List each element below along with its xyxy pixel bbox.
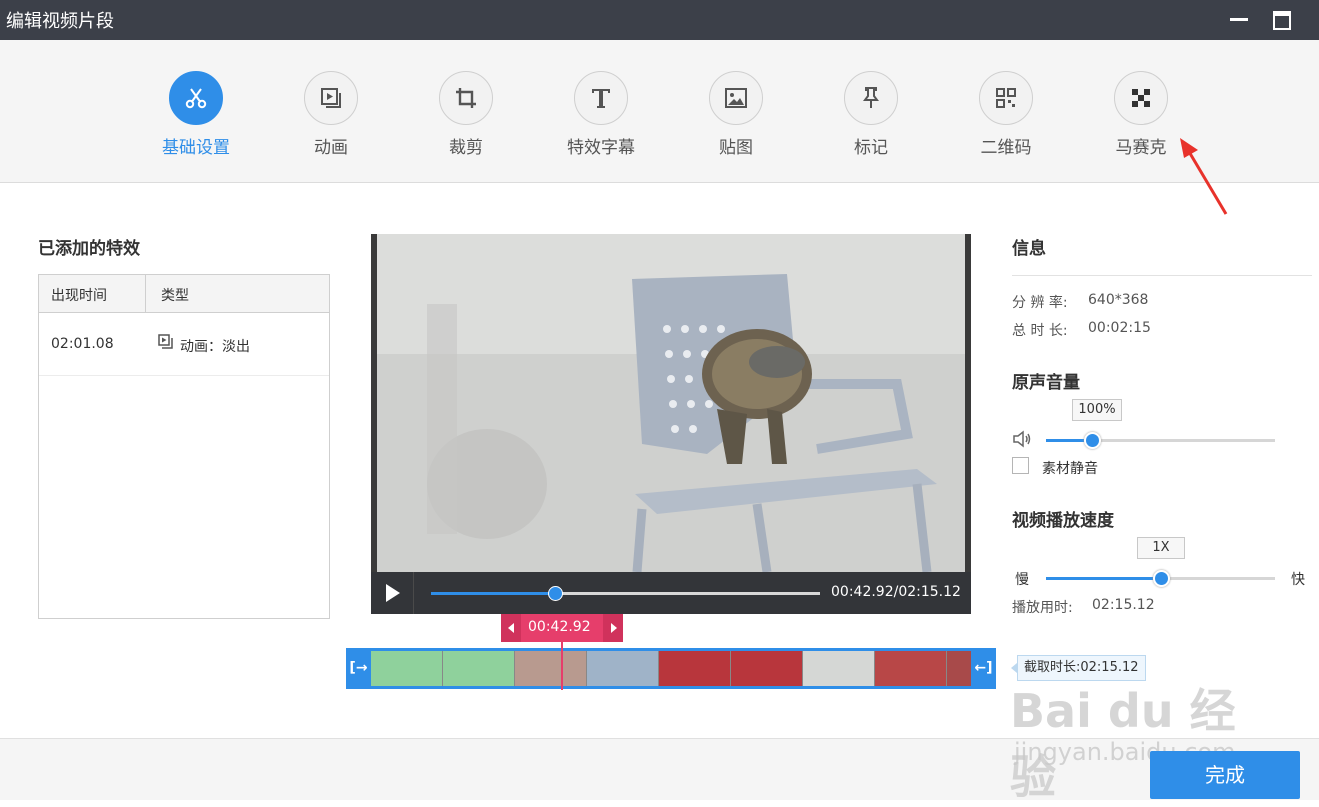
thumbnail bbox=[587, 651, 659, 686]
tab-text-effects[interactable]: 特效字幕 bbox=[553, 71, 653, 161]
tab-label: 马赛克 bbox=[1115, 138, 1167, 158]
current-time-label: 00:42.92 bbox=[528, 619, 591, 635]
step-back-button[interactable] bbox=[501, 614, 521, 642]
speed-handle[interactable] bbox=[1152, 570, 1170, 587]
current-time-marker[interactable]: 00:42.92 bbox=[501, 614, 623, 642]
tab-basic-settings[interactable]: 基础设置 bbox=[148, 71, 248, 161]
thumbnail bbox=[443, 651, 515, 686]
play-button[interactable] bbox=[371, 572, 414, 614]
speed-fast-label: 快 bbox=[1291, 572, 1305, 588]
speed-title: 视频播放速度 bbox=[1012, 511, 1114, 531]
tab-label: 裁剪 bbox=[449, 138, 483, 158]
tab-marker[interactable]: 标记 bbox=[823, 71, 923, 161]
mosaic-icon bbox=[1132, 89, 1150, 107]
maximize-button[interactable] bbox=[1268, 6, 1296, 32]
effect-type: 动画：淡出 bbox=[180, 339, 250, 355]
progress-handle[interactable] bbox=[548, 586, 564, 601]
column-header-time: 出现时间 bbox=[51, 288, 107, 304]
resolution-value: 640*368 bbox=[1088, 292, 1149, 308]
column-header-type: 类型 bbox=[161, 288, 189, 304]
annotation-arrow-icon bbox=[1180, 138, 1228, 215]
speed-slow-label: 慢 bbox=[1015, 572, 1029, 588]
video-player: 00:42.92/02:15.12 bbox=[371, 234, 971, 614]
tool-tabs: 基础设置 动画 裁剪 特效字幕 贴图 标记 二维码 马赛克 bbox=[0, 40, 1319, 183]
tab-label: 二维码 bbox=[980, 138, 1032, 158]
video-frame[interactable] bbox=[377, 234, 965, 572]
tab-label: 动画 bbox=[314, 138, 348, 158]
timeline-strip[interactable]: [→ ←] bbox=[346, 648, 996, 689]
step-forward-button[interactable] bbox=[603, 614, 623, 642]
video-progress-bar[interactable] bbox=[431, 586, 820, 601]
thumbnail bbox=[803, 651, 875, 686]
tab-qrcode[interactable]: 二维码 bbox=[958, 71, 1058, 161]
speaker-icon[interactable] bbox=[1012, 430, 1032, 448]
player-controls: 00:42.92/02:15.12 bbox=[371, 572, 971, 614]
volume-handle[interactable] bbox=[1083, 432, 1101, 449]
thumbnail bbox=[515, 651, 587, 686]
thumbnail bbox=[731, 651, 803, 686]
scissors-icon bbox=[185, 88, 207, 109]
video-still-image bbox=[377, 234, 965, 572]
table-row[interactable]: 02:01.08 动画：淡出 bbox=[39, 313, 329, 376]
time-display: 00:42.92/02:15.12 bbox=[831, 584, 961, 600]
effects-title: 已添加的特效 bbox=[38, 239, 140, 259]
duration-label: 总 时 长: bbox=[1012, 323, 1068, 339]
pin-icon bbox=[863, 87, 879, 108]
thumbnail bbox=[947, 651, 971, 686]
speed-slider[interactable] bbox=[1046, 570, 1275, 587]
window-title: 编辑视频片段 bbox=[6, 11, 114, 32]
table-header: 出现时间 类型 bbox=[39, 275, 329, 313]
tab-crop[interactable]: 裁剪 bbox=[418, 71, 518, 161]
tab-animation[interactable]: 动画 bbox=[283, 71, 383, 161]
speed-value-tip: 1X bbox=[1137, 537, 1185, 559]
volume-title: 原声音量 bbox=[1012, 373, 1080, 393]
mute-checkbox[interactable] bbox=[1012, 457, 1029, 474]
qrcode-icon bbox=[996, 88, 1016, 108]
volume-slider[interactable] bbox=[1046, 432, 1275, 449]
tab-label: 特效字幕 bbox=[567, 138, 635, 158]
volume-value-tip: 100% bbox=[1072, 399, 1122, 421]
info-title: 信息 bbox=[1012, 239, 1046, 259]
timeline-playhead[interactable] bbox=[561, 640, 563, 690]
animation-icon bbox=[321, 88, 341, 108]
effects-table: 出现时间 类型 02:01.08 动画：淡出 bbox=[38, 274, 330, 619]
done-button[interactable]: 完成 bbox=[1150, 751, 1300, 799]
thumbnail bbox=[875, 651, 947, 686]
play-time-label: 播放用时: bbox=[1012, 600, 1073, 616]
title-bar: 编辑视频片段 bbox=[0, 0, 1319, 40]
play-time-value: 02:15.12 bbox=[1092, 597, 1155, 613]
resolution-label: 分 辨 率: bbox=[1012, 295, 1068, 311]
mute-label: 素材静音 bbox=[1042, 461, 1098, 477]
trim-start-handle[interactable]: [→ bbox=[346, 648, 371, 689]
effect-time: 02:01.08 bbox=[51, 336, 114, 352]
tab-label: 贴图 bbox=[719, 138, 753, 158]
minimize-button[interactable] bbox=[1226, 6, 1254, 32]
thumbnail bbox=[659, 651, 731, 686]
animation-icon bbox=[158, 334, 173, 349]
tab-label: 基础设置 bbox=[162, 138, 230, 158]
tab-label: 标记 bbox=[854, 138, 888, 158]
trim-end-handle[interactable]: ←] bbox=[971, 648, 996, 689]
crop-icon bbox=[456, 88, 476, 108]
tab-sticker[interactable]: 贴图 bbox=[688, 71, 788, 161]
thumbnail bbox=[371, 651, 443, 686]
thumbnail-track bbox=[371, 651, 971, 686]
text-icon bbox=[592, 89, 610, 108]
image-icon bbox=[725, 88, 747, 108]
duration-value: 00:02:15 bbox=[1088, 320, 1151, 336]
